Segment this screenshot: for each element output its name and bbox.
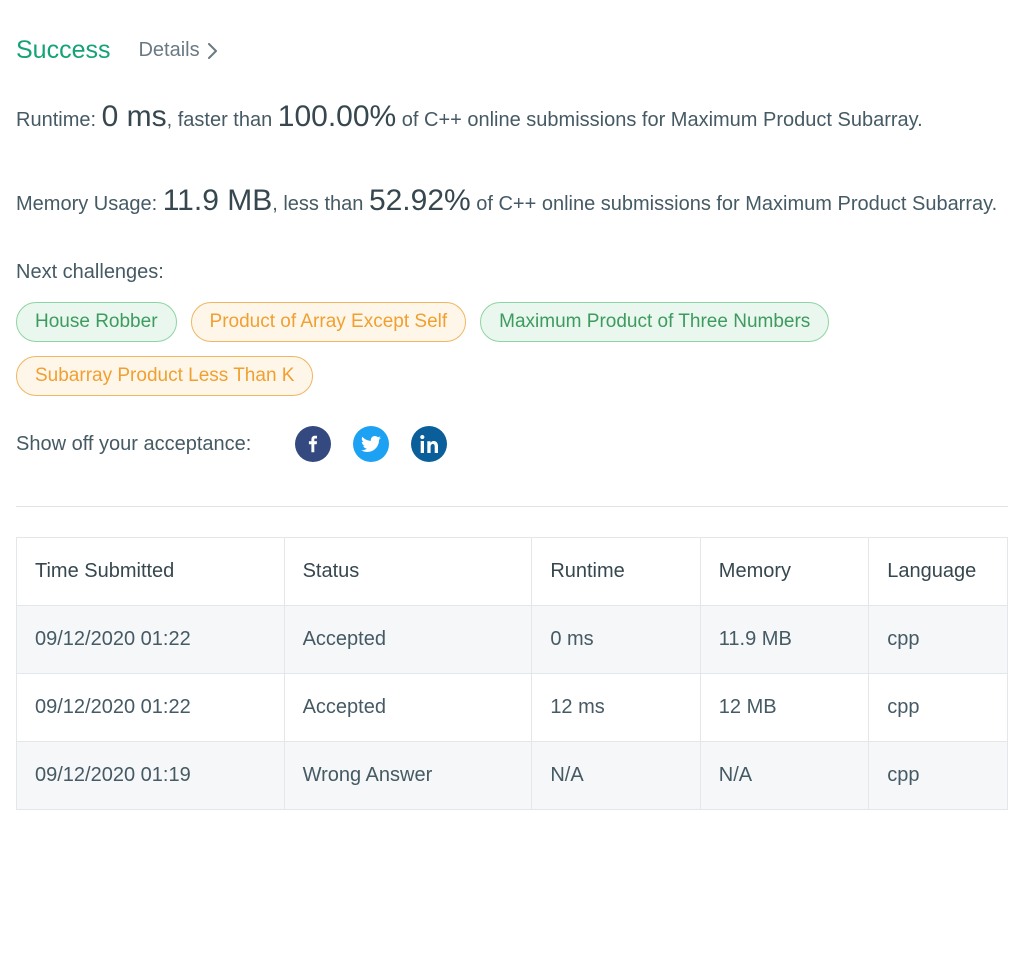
cell-memory: 11.9 MB [700,606,868,674]
runtime-metric: Runtime: 0 ms, faster than 100.00% of C+… [16,93,1008,141]
runtime-percent: 100.00% [278,100,396,133]
header-status: Status [284,538,532,606]
facebook-icon[interactable] [295,426,331,462]
runtime-mid: , faster than [167,109,278,131]
twitter-icon[interactable] [353,426,389,462]
challenge-pill-list: House Robber Product of Array Except Self… [16,302,1008,396]
memory-prefix: Memory Usage: [16,193,163,215]
details-label: Details [138,39,199,62]
table-header-row: Time Submitted Status Runtime Memory Lan… [17,538,1008,606]
cell-language: cpp [869,606,1008,674]
cell-time: 09/12/2020 01:22 [17,674,285,742]
challenge-pill[interactable]: Maximum Product of Three Numbers [480,302,829,342]
header-runtime: Runtime [532,538,700,606]
header-memory: Memory [700,538,868,606]
table-row: 09/12/2020 01:19Wrong AnswerN/AN/Acpp [17,742,1008,810]
cell-language: cpp [869,742,1008,810]
next-challenges-label: Next challenges: [16,261,1008,284]
submissions-table: Time Submitted Status Runtime Memory Lan… [16,537,1008,810]
cell-time: 09/12/2020 01:22 [17,606,285,674]
challenge-pill[interactable]: Product of Array Except Self [191,302,467,342]
share-icons [295,426,447,462]
memory-value: 11.9 MB [163,184,273,217]
memory-percent: 52.92% [369,184,471,217]
divider [16,506,1008,507]
linkedin-icon[interactable] [411,426,447,462]
memory-mid: , less than [272,193,369,215]
share-label: Show off your acceptance: [16,433,251,456]
cell-runtime: 0 ms [532,606,700,674]
runtime-value: 0 ms [102,100,167,133]
cell-memory: N/A [700,742,868,810]
challenge-pill[interactable]: Subarray Product Less Than K [16,356,313,396]
table-row: 09/12/2020 01:22Accepted12 ms12 MBcpp [17,674,1008,742]
cell-runtime: 12 ms [532,674,700,742]
challenge-pill[interactable]: House Robber [16,302,177,342]
cell-time: 09/12/2020 01:19 [17,742,285,810]
chevron-right-icon [208,43,217,59]
success-label: Success [16,36,110,65]
header-language: Language [869,538,1008,606]
cell-status[interactable]: Accepted [284,674,532,742]
cell-language: cpp [869,674,1008,742]
cell-status[interactable]: Accepted [284,606,532,674]
cell-runtime: N/A [532,742,700,810]
details-link[interactable]: Details [138,39,216,62]
runtime-suffix: of C++ online submissions for Maximum Pr… [396,109,923,131]
runtime-prefix: Runtime: [16,109,102,131]
cell-status[interactable]: Wrong Answer [284,742,532,810]
table-row: 09/12/2020 01:22Accepted0 ms11.9 MBcpp [17,606,1008,674]
memory-suffix: of C++ online submissions for Maximum Pr… [471,193,998,215]
cell-memory: 12 MB [700,674,868,742]
memory-metric: Memory Usage: 11.9 MB, less than 52.92% … [16,177,1008,225]
header-time: Time Submitted [17,538,285,606]
